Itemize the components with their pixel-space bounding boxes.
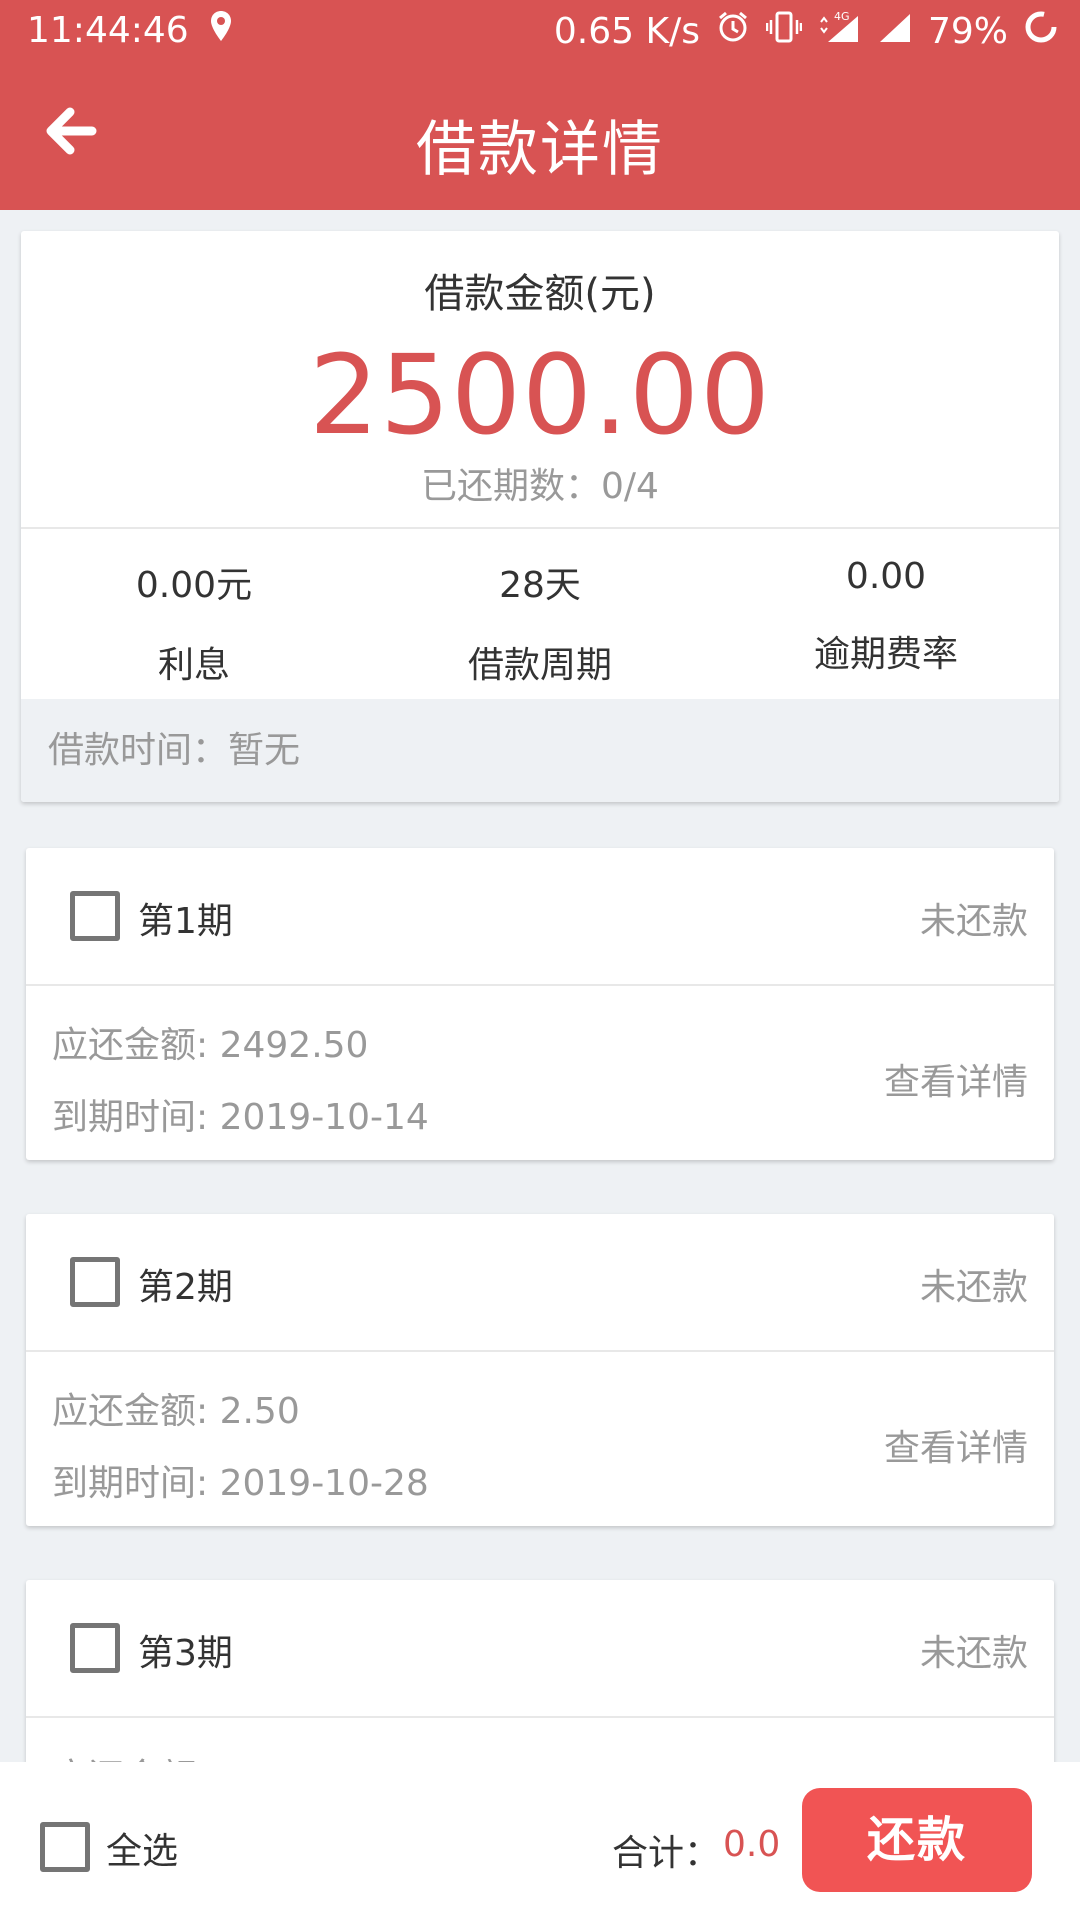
installment-due-date: 到期时间: 2019-10-14 xyxy=(52,1097,429,1138)
installment-period: 第1期 xyxy=(138,901,233,942)
stat-overdue-rate: 0.00 逾期费率 xyxy=(713,556,1059,677)
installment-status: 未还款 xyxy=(919,901,1028,942)
stat-value: 0.00 xyxy=(845,556,927,597)
installment-card: 第1期 未还款 应还金额: 2492.50 到期时间: 2019-10-14 查… xyxy=(26,848,1054,1160)
status-bar: 11:44:46 0.65 K/s 4G 79% xyxy=(0,0,1080,63)
stat-label: 借款周期 xyxy=(467,645,612,686)
bottom-bar: 全选 合计： 0.0 还款 xyxy=(0,1762,1080,1920)
loan-amount-value: 2500.00 xyxy=(309,331,771,459)
installment-checkbox[interactable] xyxy=(70,891,120,941)
installment-due-amount: 应还金额: 2492.50 xyxy=(52,1025,369,1066)
installment-checkbox[interactable] xyxy=(70,1257,120,1307)
view-details-link[interactable]: 查看详情 xyxy=(884,1053,1028,1105)
battery-icon xyxy=(1024,10,1058,53)
status-bar-right: 0.65 K/s 4G 79% xyxy=(554,10,1058,53)
alarm-icon xyxy=(716,10,750,53)
app-bar: 借款详情 xyxy=(0,63,1080,210)
installment-period: 第3期 xyxy=(138,1633,233,1674)
paid-periods: 已还期数：0/4 xyxy=(421,466,659,507)
installment-due-date: 到期时间: 2019-10-28 xyxy=(52,1463,429,1504)
signal-icon xyxy=(878,10,912,53)
installment-period: 第2期 xyxy=(138,1267,233,1308)
status-bar-left: 11:44:46 xyxy=(27,10,233,51)
stat-label: 逾期费率 xyxy=(813,634,958,675)
svg-text:4G: 4G xyxy=(834,10,850,23)
loan-amount-label: 借款金额(元) xyxy=(424,271,656,317)
loan-summary-card: 借款金额(元) 2500.00 已还期数：0/4 0.00元 利息 28天 借款… xyxy=(21,231,1059,802)
stat-loan-period: 28天 借款周期 xyxy=(367,556,713,688)
stat-value: 28天 xyxy=(499,565,581,606)
view-details-link[interactable]: 查看详情 xyxy=(884,1419,1028,1471)
installment-card: 第2期 未还款 应还金额: 2.50 到期时间: 2019-10-28 查看详情 xyxy=(26,1214,1054,1526)
select-all-label[interactable]: 全选 xyxy=(106,1822,178,1874)
installment-status: 未还款 xyxy=(919,1633,1028,1674)
battery-percent: 79% xyxy=(927,11,1008,52)
total-value: 0.0 xyxy=(723,1824,781,1865)
installment-due-amount: 应还金额: 2.50 xyxy=(52,1391,300,1432)
select-all-checkbox[interactable] xyxy=(40,1822,90,1872)
installment-status: 未还款 xyxy=(919,1267,1028,1308)
installment-header: 第2期 未还款 xyxy=(26,1214,1054,1352)
installment-header: 第3期 未还款 xyxy=(26,1580,1054,1718)
stat-value: 0.00元 xyxy=(135,565,253,606)
stat-label: 利息 xyxy=(157,645,230,686)
repay-button[interactable]: 还款 xyxy=(802,1788,1032,1892)
signal-4g-icon: 4G xyxy=(818,10,862,53)
network-speed: 0.65 K/s xyxy=(553,11,700,52)
installment-header: 第1期 未还款 xyxy=(26,848,1054,986)
stat-interest: 0.00元 利息 xyxy=(21,556,367,688)
location-icon xyxy=(209,10,233,51)
loan-time: 借款时间：暂无 xyxy=(21,699,1059,802)
divider xyxy=(21,527,1059,529)
page-title: 借款详情 xyxy=(416,115,664,185)
total-label: 合计： xyxy=(612,1833,721,1874)
installment-checkbox[interactable] xyxy=(70,1623,120,1673)
vibrate-icon xyxy=(765,10,803,53)
status-time: 11:44:46 xyxy=(27,10,189,51)
